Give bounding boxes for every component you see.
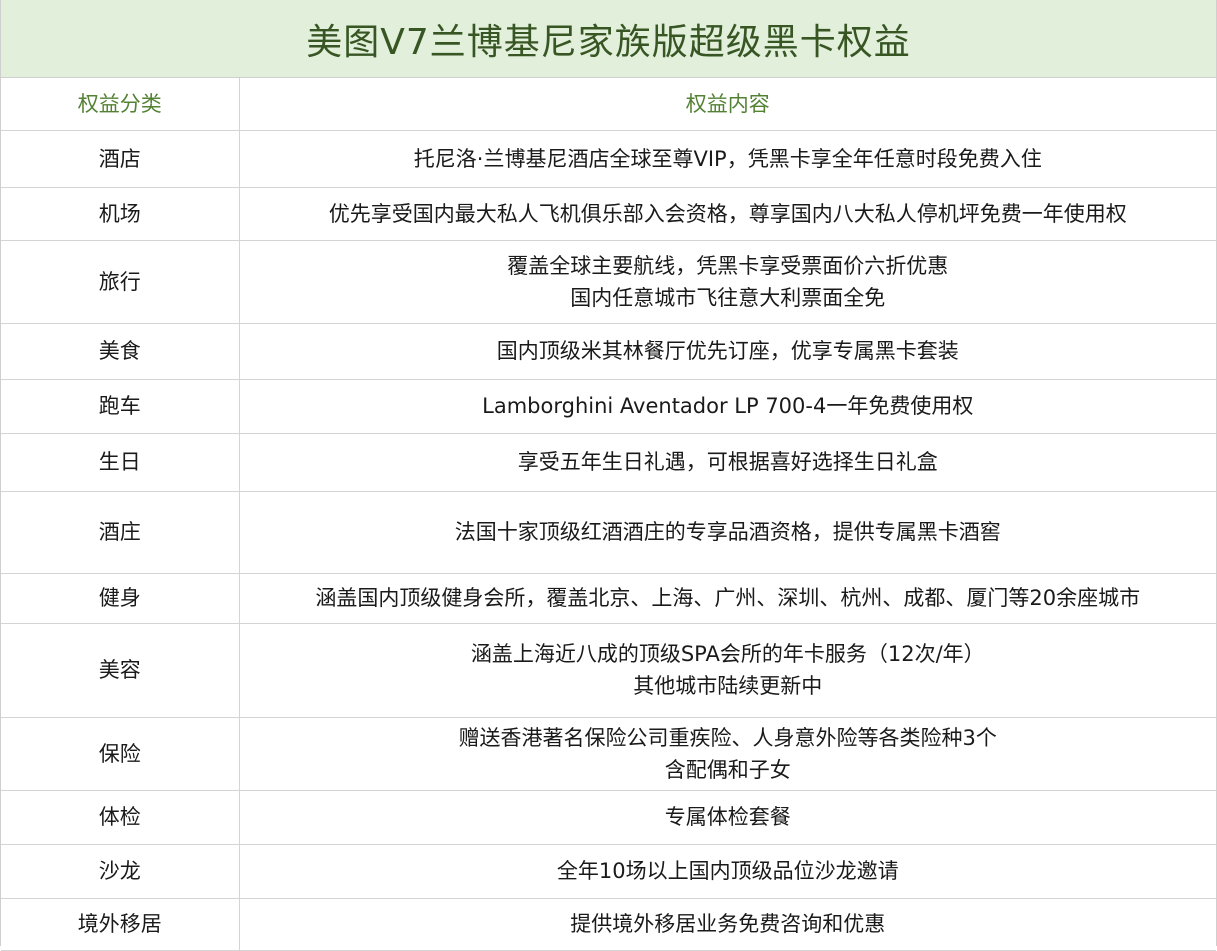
table-row: 酒庄 法国十家顶级红酒酒庄的专享品酒资格，提供专属黑卡酒窖 <box>1 491 1216 574</box>
row-content: 优先享受国内最大私人飞机俱乐部入会资格，尊享国内八大私人停机坪免费一年使用权 <box>238 187 1216 241</box>
title-bar: 美图V7兰博基尼家族版超级黑卡权益 <box>1 0 1216 78</box>
row-content: Lamborghini Aventador LP 700-4一年免费使用权 <box>238 379 1216 434</box>
table-row: 美食 国内顶级米其林餐厅优先订座，优享专属黑卡套装 <box>1 323 1216 380</box>
row-content-line: 国内任意城市飞往意大利票面全免 <box>570 285 886 310</box>
row-content-line: 托尼洛·兰博基尼酒店全球至尊VIP，凭黑卡享全年任意时段免费入住 <box>413 146 1042 171</box>
header-row: 权益分类 权益内容 <box>1 78 1216 131</box>
row-category: 美食 <box>1 323 239 380</box>
row-content-line: 优先享受国内最大私人飞机俱乐部入会资格，尊享国内八大私人停机坪免费一年使用权 <box>328 201 1127 226</box>
row-category: 机场 <box>1 187 239 241</box>
row-category: 境外移居 <box>1 898 239 951</box>
row-content: 国内顶级米其林餐厅优先订座，优享专属黑卡套装 <box>238 323 1216 380</box>
row-content: 托尼洛·兰博基尼酒店全球至尊VIP，凭黑卡享全年任意时段免费入住 <box>238 130 1216 188</box>
row-content: 法国十家顶级红酒酒庄的专享品酒资格，提供专属黑卡酒窖 <box>238 491 1216 574</box>
row-content-line: 涵盖国内顶级健身会所，覆盖北京、上海、广州、深圳、杭州、成都、厦门等20余座城市 <box>315 586 1141 610</box>
row-content-line: 覆盖全球主要航线，凭黑卡享受票面价六折优惠 <box>507 253 949 278</box>
row-content-line: 国内顶级米其林餐厅优先订座，优享专属黑卡套装 <box>496 339 959 363</box>
header-content: 权益内容 <box>238 78 1216 131</box>
table-row: 体检 专属体检套餐 <box>1 790 1216 845</box>
table-row: 旅行 覆盖全球主要航线，凭黑卡享受票面价六折优惠 国内任意城市飞往意大利票面全免 <box>1 240 1216 324</box>
row-content-line: 含配偶和子女 <box>664 757 791 782</box>
table-row: 生日 享受五年生日礼遇，可根据喜好选择生日礼盒 <box>1 433 1216 492</box>
row-category: 旅行 <box>1 240 239 324</box>
row-content: 专属体检套餐 <box>238 790 1216 845</box>
page-title: 美图V7兰博基尼家族版超级黑卡权益 <box>306 21 911 63</box>
row-category: 沙龙 <box>1 844 239 899</box>
row-content-line: 赠送香港著名保险公司重疾险、人身意外险等各类险种3个 <box>458 725 997 750</box>
row-content-line: 提供境外移居业务免费咨询和优惠 <box>570 912 886 936</box>
table-row: 沙龙 全年10场以上国内顶级品位沙龙邀请 <box>1 844 1216 899</box>
row-content-line: 法国十家顶级红酒酒庄的专享品酒资格，提供专属黑卡酒窖 <box>454 520 1001 544</box>
row-content-line: 享受五年生日礼遇，可根据喜好选择生日礼盒 <box>517 450 938 474</box>
row-content: 提供境外移居业务免费咨询和优惠 <box>238 898 1216 951</box>
row-category: 酒庄 <box>1 491 239 574</box>
row-content: 涵盖上海近八成的顶级SPA会所的年卡服务（12次/年） 其他城市陆续更新中 <box>238 623 1216 718</box>
table-row: 美容 涵盖上海近八成的顶级SPA会所的年卡服务（12次/年） 其他城市陆续更新中 <box>1 623 1216 718</box>
row-content-line: Lamborghini Aventador LP 700-4一年免费使用权 <box>482 394 974 418</box>
row-content-line: 涵盖上海近八成的顶级SPA会所的年卡服务（12次/年） <box>470 642 985 666</box>
row-content-line: 专属体检套餐 <box>664 805 791 829</box>
table-row: 保险 赠送香港著名保险公司重疾险、人身意外险等各类险种3个 含配偶和子女 <box>1 717 1216 791</box>
row-content: 享受五年生日礼遇，可根据喜好选择生日礼盒 <box>238 433 1216 492</box>
row-content: 赠送香港著名保险公司重疾险、人身意外险等各类险种3个 含配偶和子女 <box>238 717 1216 791</box>
table-row: 机场 优先享受国内最大私人飞机俱乐部入会资格，尊享国内八大私人停机坪免费一年使用… <box>1 187 1216 241</box>
benefits-sheet: 美图V7兰博基尼家族版超级黑卡权益 权益分类 权益内容 酒店 托尼洛·兰博基尼酒… <box>0 0 1217 951</box>
row-content-line: 全年10场以上国内顶级品位沙龙邀请 <box>556 859 899 883</box>
header-category: 权益分类 <box>1 78 239 131</box>
benefits-table: 权益分类 权益内容 酒店 托尼洛·兰博基尼酒店全球至尊VIP，凭黑卡享全年任意时… <box>1 78 1216 951</box>
row-category: 健身 <box>1 573 239 624</box>
table-row: 跑车 Lamborghini Aventador LP 700-4一年免费使用权 <box>1 379 1216 434</box>
row-content: 全年10场以上国内顶级品位沙龙邀请 <box>238 844 1216 899</box>
row-category: 生日 <box>1 433 239 492</box>
table-row: 酒店 托尼洛·兰博基尼酒店全球至尊VIP，凭黑卡享全年任意时段免费入住 <box>1 130 1216 188</box>
row-category: 跑车 <box>1 379 239 434</box>
row-content: 涵盖国内顶级健身会所，覆盖北京、上海、广州、深圳、杭州、成都、厦门等20余座城市 <box>238 573 1216 624</box>
row-category: 美容 <box>1 623 239 718</box>
table-row: 境外移居 提供境外移居业务免费咨询和优惠 <box>1 898 1216 951</box>
row-category: 保险 <box>1 717 239 791</box>
row-content-line: 其他城市陆续更新中 <box>633 674 823 698</box>
row-content: 覆盖全球主要航线，凭黑卡享受票面价六折优惠 国内任意城市飞往意大利票面全免 <box>238 240 1216 324</box>
table-row: 健身 涵盖国内顶级健身会所，覆盖北京、上海、广州、深圳、杭州、成都、厦门等20余… <box>1 573 1216 624</box>
row-category: 酒店 <box>1 130 239 188</box>
row-category: 体检 <box>1 790 239 845</box>
